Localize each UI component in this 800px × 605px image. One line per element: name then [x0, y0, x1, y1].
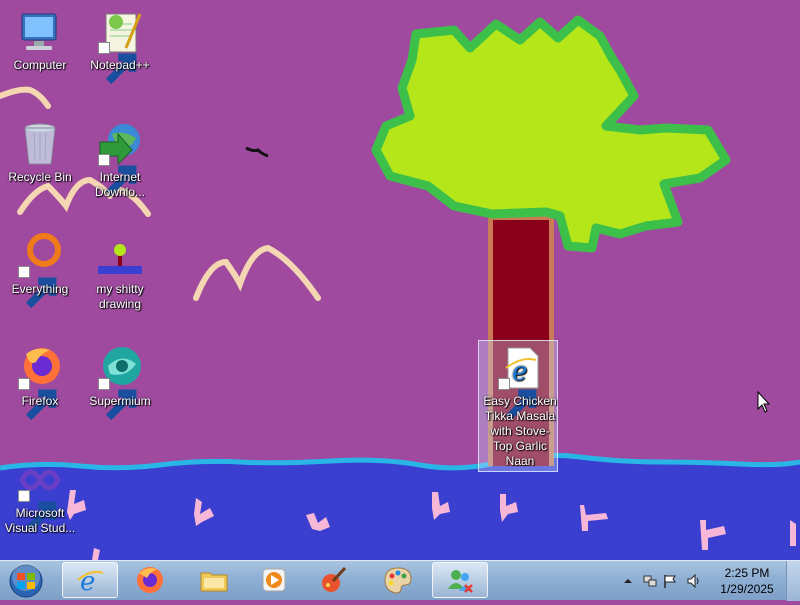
mouse-cursor-icon [757, 391, 771, 413]
desktop-icon-label: my shitty drawing [96, 282, 144, 311]
folder-icon [200, 572, 228, 592]
shortcut-arrow-icon [98, 378, 137, 421]
shortcut-arrow-icon [18, 378, 57, 421]
desktop-icon-label: Computer [13, 58, 67, 72]
desktop-icon-computer[interactable]: Computer [0, 8, 80, 73]
everything-search-icon [16, 232, 64, 309]
taskbar-paint[interactable] [370, 562, 426, 598]
internet-download-manager-icon [96, 120, 144, 197]
network-icon[interactable] [642, 573, 658, 589]
desktop-icon-recycle-bin[interactable]: Recycle Bin [0, 120, 80, 185]
desktop-icon-label: Supermium [89, 394, 151, 408]
desktop-icon-notepad-plus-plus[interactable]: Notepad++ [80, 8, 160, 85]
computer-icon [16, 8, 64, 56]
supermium-icon [96, 344, 144, 421]
shortcut-arrow-icon [98, 42, 137, 85]
shortcut-arrow-icon [98, 154, 137, 197]
desktop-icon-visual-studio[interactable]: Microsoft Visual Stud... [0, 456, 80, 536]
desktop-icon-label: Firefox [21, 394, 59, 408]
paint-palette-icon [384, 567, 412, 594]
shortcut-arrow-icon [18, 490, 57, 533]
taskbar-paint-tool[interactable] [306, 562, 362, 598]
firefox-icon [137, 567, 163, 593]
taskbar-network[interactable] [432, 562, 488, 598]
desktop-icon-label: Recycle Bin [8, 170, 72, 184]
taskbar-media-player[interactable] [246, 562, 302, 598]
taskbar-firefox[interactable] [122, 562, 178, 598]
shortcut-arrow-icon [18, 266, 57, 309]
recycle-bin-icon [16, 120, 64, 168]
windows-start-orb-icon [9, 563, 43, 598]
media-player-icon [262, 568, 286, 592]
internet-shortcut-icon: e [496, 344, 544, 421]
desktop-icon-label: Notepad++ [90, 58, 150, 72]
svg-text:e: e [80, 567, 95, 595]
desktop-icon-label: Easy Chicken Tikka Masala with Stove-Top… [483, 394, 557, 468]
notepad-plus-plus-icon [96, 8, 144, 85]
taskbar-windows-explorer[interactable] [186, 562, 242, 598]
desktop-icon-everything[interactable]: Everything [0, 232, 80, 309]
volume-icon[interactable] [686, 573, 702, 589]
action-center-flag-icon[interactable] [662, 573, 678, 589]
show-desktop-button[interactable] [786, 561, 800, 601]
desktop-icon-my-drawing[interactable]: my shitty drawing [80, 232, 160, 312]
desktop-icon-recipe-shortcut[interactable]: e Easy Chicken Tikka Masala with Stove-T… [478, 340, 560, 472]
desktop-icon-internet-download-manager[interactable]: Internet Downlo... [80, 120, 160, 200]
internet-explorer-icon: e [77, 567, 104, 595]
start-button[interactable] [4, 562, 48, 600]
clock[interactable]: 2:25 PM 1/29/2025 [712, 565, 782, 597]
visual-studio-icon [16, 456, 64, 533]
paint-image-icon [96, 232, 144, 280]
desktop-icon-label: Microsoft Visual Stud... [4, 506, 76, 535]
shortcut-arrow-icon [498, 378, 537, 421]
show-hidden-icons-arrow-icon[interactable] [620, 573, 636, 589]
network-users-icon [448, 570, 473, 593]
taskbar-internet-explorer[interactable]: e [62, 562, 118, 598]
clock-time: 2:25 PM [724, 566, 770, 580]
paint-brush-icon [322, 566, 347, 592]
desktop-icon-firefox[interactable]: Firefox [0, 344, 80, 421]
desktop-icon-supermium[interactable]: Supermium [80, 344, 160, 421]
taskbar: e 2:25 PM 1/29/2025 [0, 560, 800, 601]
desktop-icon-label: Everything [11, 282, 69, 296]
desktop-icon-label: Internet Downlo... [94, 170, 146, 199]
firefox-icon [16, 344, 64, 421]
clock-date: 1/29/2025 [720, 582, 774, 596]
